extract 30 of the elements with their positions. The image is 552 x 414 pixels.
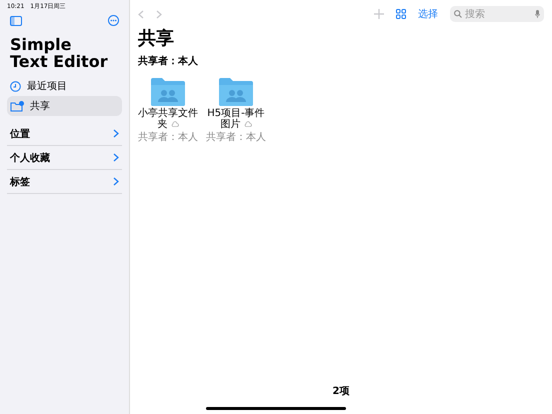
- grid-view-icon[interactable]: [396, 9, 406, 19]
- shared-by-label: 共享者：本人: [138, 130, 198, 144]
- sidebar-toggle-icon[interactable]: [10, 16, 22, 26]
- shared-folder-icon: [10, 100, 24, 112]
- group-heading: 共享者：本人: [138, 54, 199, 68]
- folder-name[interactable]: H5项目-事件图片: [206, 108, 266, 130]
- select-button[interactable]: 选择: [418, 7, 438, 21]
- chevron-right-icon[interactable]: [113, 153, 119, 162]
- microphone-icon[interactable]: [535, 10, 540, 18]
- cloud-icon: [244, 121, 252, 127]
- sidebar-section[interactable]: 位置: [7, 122, 122, 146]
- sidebar-section[interactable]: 个人收藏: [7, 146, 122, 170]
- chevron-right-icon[interactable]: [113, 177, 119, 186]
- shared-by-label: 共享者：本人: [206, 130, 266, 144]
- chevron-right-icon[interactable]: [113, 129, 119, 138]
- shared-folder-icon[interactable]: [150, 78, 186, 106]
- app-title: Simple Text Editor: [10, 36, 109, 70]
- shared-folder-icon[interactable]: [218, 78, 254, 106]
- sidebar-item[interactable]: 共享: [7, 96, 122, 116]
- search-icon: [454, 10, 462, 18]
- folder-name[interactable]: 小亭共享文件夹: [138, 108, 198, 130]
- item-count: 2项: [332, 386, 350, 397]
- cloud-icon: [170, 121, 179, 127]
- page-title: 共享: [138, 27, 175, 50]
- sidebar-item[interactable]: 最近项目: [7, 76, 122, 96]
- sidebar-section[interactable]: 标签: [7, 170, 122, 194]
- more-icon[interactable]: [108, 15, 119, 26]
- search-input[interactable]: 搜索: [465, 8, 532, 20]
- search-field[interactable]: 搜索: [450, 6, 544, 22]
- clock-icon: [10, 80, 21, 92]
